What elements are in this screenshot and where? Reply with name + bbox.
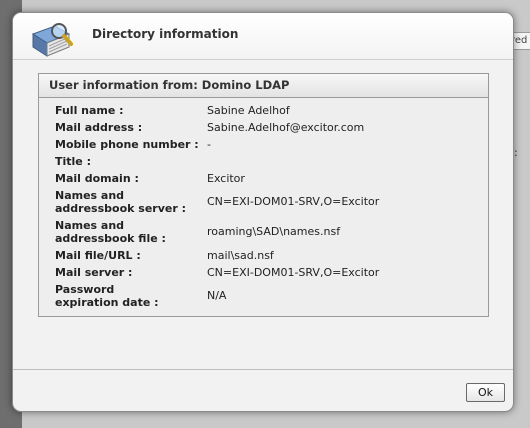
info-value: roaming\SAD\names.nsf bbox=[207, 225, 341, 238]
info-label: Names and addressbook file : bbox=[55, 219, 166, 245]
info-label: Names and addressbook server : bbox=[55, 189, 187, 215]
dialog-header: Directory information bbox=[13, 13, 513, 60]
panel-heading: User information from: Domino LDAP bbox=[39, 74, 488, 98]
info-label: Password expiration date : bbox=[55, 283, 159, 309]
info-value: Excitor bbox=[207, 172, 245, 185]
info-label: Mail address : bbox=[55, 121, 143, 134]
address-book-magnifier-icon bbox=[31, 23, 73, 57]
info-label: Mobile phone number : bbox=[55, 138, 199, 151]
dialog-title: Directory information bbox=[92, 27, 239, 41]
ok-button[interactable]: Ok bbox=[466, 383, 505, 402]
directory-information-dialog: Directory information User information f… bbox=[12, 12, 514, 412]
info-value: - bbox=[207, 138, 211, 151]
info-label: Mail server : bbox=[55, 266, 133, 279]
info-value: N/A bbox=[207, 289, 227, 302]
info-label: Mail domain : bbox=[55, 172, 139, 185]
background-text: : bbox=[514, 146, 518, 159]
info-label: Title : bbox=[55, 155, 91, 168]
user-info-panel: User information from: Domino LDAP Full … bbox=[38, 73, 489, 317]
info-label: Mail file/URL : bbox=[55, 249, 141, 262]
info-value: mail\sad.nsf bbox=[207, 249, 274, 262]
footer-divider bbox=[13, 369, 513, 370]
info-value: CN=EXI-DOM01-SRV,O=Excitor bbox=[207, 266, 380, 279]
info-label: Full name : bbox=[55, 104, 124, 117]
info-value: Sabine Adelhof bbox=[207, 104, 290, 117]
info-value: Sabine.Adelhof@excitor.com bbox=[207, 121, 365, 134]
info-value: CN=EXI-DOM01-SRV,O=Excitor bbox=[207, 195, 380, 208]
